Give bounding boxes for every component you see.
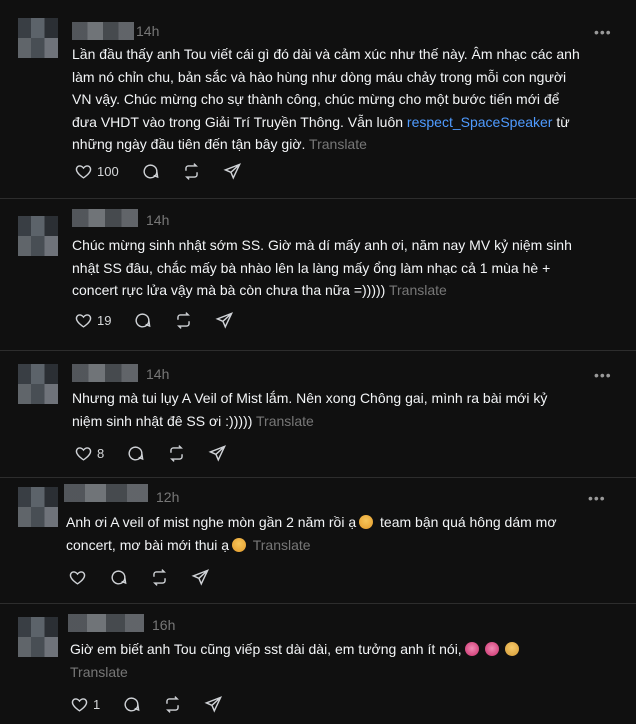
avatar[interactable]: [18, 487, 58, 527]
timestamp[interactable]: 14h: [136, 23, 159, 39]
username[interactable]: [64, 484, 148, 502]
comment-icon: [143, 164, 159, 179]
reply-button[interactable]: [122, 695, 141, 714]
username[interactable]: [72, 364, 138, 382]
post: 14h ••• Lần đầu thấy anh Tou viết cái gì…: [0, 0, 636, 199]
post: 14h Chúc mừng sinh nhật sớm SS. Giờ mà d…: [0, 198, 636, 351]
action-bar: 1: [70, 695, 245, 714]
heart-icon: [69, 571, 86, 585]
comment-icon: [128, 446, 144, 461]
sad-face-emoji: [232, 537, 247, 552]
post: 14h ••• Nhưng mà tui lụy A Veil of Mist …: [0, 350, 636, 478]
share-button[interactable]: [191, 568, 210, 587]
share-icon: [215, 312, 234, 329]
comment-icon: [111, 570, 127, 585]
translate-link[interactable]: Translate: [256, 413, 314, 429]
repost-button[interactable]: [163, 695, 182, 714]
face-emoji: [504, 642, 519, 656]
avatar[interactable]: [18, 617, 58, 657]
heart-icon: [75, 314, 92, 328]
share-icon: [208, 445, 227, 462]
like-button[interactable]: [68, 568, 87, 587]
like-count: 1: [93, 697, 101, 712]
repost-icon: [153, 569, 166, 586]
timestamp[interactable]: 16h: [152, 617, 175, 633]
reply-button[interactable]: [133, 311, 152, 330]
like-button[interactable]: 1: [70, 695, 100, 714]
heart-face-emoji: [464, 642, 479, 656]
action-bar: 19: [74, 311, 256, 330]
avatar[interactable]: [18, 18, 58, 58]
share-button[interactable]: [215, 311, 234, 330]
translate-link[interactable]: Translate: [70, 664, 128, 680]
comment-icon: [124, 697, 140, 712]
mention-link[interactable]: respect_SpaceSpeaker: [407, 114, 553, 130]
username[interactable]: [72, 209, 138, 227]
reply-button[interactable]: [141, 162, 160, 181]
post-text: Lần đầu thấy anh Tou viết cái gì đó dài …: [72, 46, 580, 152]
reply-button[interactable]: [126, 444, 145, 463]
post-text: Chúc mừng sinh nhật sớm SS. Giờ mà dí mấ…: [72, 237, 572, 298]
repost-button[interactable]: [182, 162, 201, 181]
like-count: 8: [97, 446, 105, 461]
translate-link[interactable]: Translate: [389, 282, 447, 298]
like-count: 19: [97, 313, 112, 328]
like-button[interactable]: 19: [74, 311, 111, 330]
like-count: 100: [97, 164, 119, 179]
like-button[interactable]: 8: [74, 444, 104, 463]
heart-face-emoji: [484, 642, 499, 656]
share-button[interactable]: [223, 162, 242, 181]
post-text: Anh ơi A veil of mist nghe mòn gần 2 năm…: [66, 514, 557, 553]
share-icon: [204, 696, 223, 713]
post: 16h Giờ em biết anh Tou cũng viếp sst dà…: [0, 603, 636, 724]
share-button[interactable]: [208, 444, 227, 463]
translate-link[interactable]: Translate: [253, 537, 311, 553]
username[interactable]: [68, 614, 144, 632]
avatar[interactable]: [18, 364, 58, 404]
more-icon[interactable]: •••: [594, 368, 612, 382]
repost-icon: [177, 312, 191, 329]
avatar[interactable]: [18, 216, 58, 256]
share-icon: [223, 163, 241, 180]
comment-icon: [135, 313, 151, 328]
share-icon: [191, 569, 210, 586]
repost-button[interactable]: [150, 568, 169, 587]
repost-icon: [184, 163, 198, 180]
repost-icon: [170, 445, 184, 462]
timestamp[interactable]: 12h: [156, 489, 179, 505]
action-bar: [68, 568, 232, 587]
translate-link[interactable]: Translate: [309, 136, 367, 152]
repost-icon: [166, 696, 180, 713]
share-button[interactable]: [204, 695, 223, 714]
more-icon[interactable]: •••: [594, 25, 612, 39]
timestamp[interactable]: 14h: [146, 366, 169, 382]
timestamp[interactable]: 14h: [146, 212, 169, 228]
reply-button[interactable]: [109, 568, 128, 587]
heart-icon: [75, 165, 92, 179]
post-text: Giờ em biết anh Tou cũng viếp sst dài dà…: [70, 638, 522, 683]
post-text: Nhưng mà tui lụy A Veil of Mist lắm. Nên…: [72, 390, 548, 429]
action-bar: 8: [74, 444, 249, 463]
more-icon[interactable]: •••: [588, 491, 606, 505]
post: 12h ••• Anh ơi A veil of mist nghe mòn g…: [0, 477, 636, 604]
sad-face-emoji: [359, 515, 374, 529]
repost-button[interactable]: [174, 311, 193, 330]
username[interactable]: [72, 22, 134, 40]
heart-icon: [75, 447, 92, 461]
repost-button[interactable]: [167, 444, 186, 463]
like-button[interactable]: 100: [74, 162, 119, 181]
heart-icon: [71, 698, 88, 712]
action-bar: 100: [74, 162, 264, 181]
